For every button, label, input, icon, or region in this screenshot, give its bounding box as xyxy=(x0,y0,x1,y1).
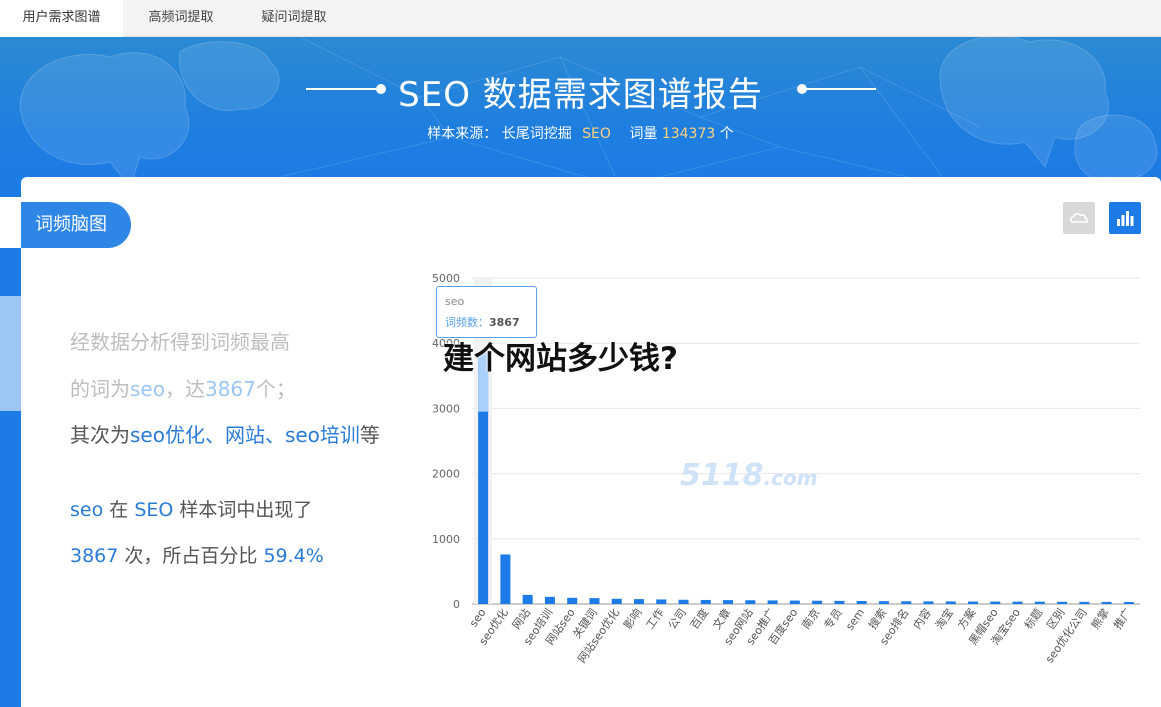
tab-bar: 用户需求图谱 高频词提取 疑问词提取 xyxy=(0,0,1161,37)
bar-推广[interactable] xyxy=(1123,601,1134,604)
x-tick-label: 影响 xyxy=(621,606,644,631)
report-title: SEO 数据需求图谱报告 xyxy=(398,75,763,115)
bar-标题[interactable] xyxy=(1034,601,1045,604)
bar-黑帽seo[interactable] xyxy=(990,601,1001,604)
top-word: seo xyxy=(130,377,165,401)
left-accent-stripe-highlight xyxy=(0,296,21,411)
y-tick-label: 1000 xyxy=(432,533,460,546)
bar-方案[interactable] xyxy=(967,601,979,604)
x-tick-label: 熊掌 xyxy=(1088,606,1112,632)
summary-line-5: 3867 次，所占百分比 59.4% xyxy=(70,541,324,568)
summary-text: 样本词中出现了 xyxy=(179,499,313,521)
sample-keyword: SEO xyxy=(134,499,174,521)
x-tick-label: 专员 xyxy=(821,606,845,632)
summary-text: 个； xyxy=(255,377,296,401)
bar-seo推广[interactable] xyxy=(767,600,778,604)
bar-chart-icon xyxy=(1117,211,1134,226)
chart-tooltip: seo 词频数：3867 xyxy=(436,286,537,338)
bar-内容[interactable] xyxy=(923,601,934,604)
x-tick-label: 百度 xyxy=(687,606,711,632)
sample-keyword: SEO xyxy=(582,126,611,142)
summary-text: 的词为 xyxy=(70,377,130,401)
word-count-label: 词量 xyxy=(629,126,658,142)
overlay-article-title: 建个网站多少钱? xyxy=(443,341,678,377)
summary-line-3: 其次为seo优化、网站、seo培训等 xyxy=(70,419,380,448)
bar-sem[interactable] xyxy=(856,601,867,604)
tab-user-demand-graph[interactable]: 用户需求图谱 xyxy=(0,0,123,37)
bar-淘宝[interactable] xyxy=(945,601,956,604)
y-tick-label: 0 xyxy=(453,598,460,611)
bar-seo优化公司[interactable] xyxy=(1079,601,1090,604)
report-banner: SEO 数据需求图谱报告 样本来源： 长尾词挖掘 SEO 词量 134373 个 xyxy=(0,37,1161,197)
summary-text: 其次为 xyxy=(70,423,130,447)
bar-关键词[interactable] xyxy=(589,598,600,604)
x-tick-label: 推广 xyxy=(1110,606,1134,632)
bar-seo培训[interactable] xyxy=(544,596,555,604)
bar-网站[interactable] xyxy=(522,594,533,604)
summary-text: ，达 xyxy=(164,377,205,401)
watermark-suffix: .com xyxy=(763,466,818,490)
sample-source-label: 样本来源： 长尾词挖掘 xyxy=(427,126,572,142)
watermark-text: 5118 xyxy=(680,458,764,493)
bar-影响[interactable] xyxy=(633,599,645,604)
summary-text: 等 xyxy=(359,423,380,447)
summary-text: 在 xyxy=(109,499,129,521)
bar-百度[interactable] xyxy=(700,599,711,604)
top-word-count: 3867 xyxy=(70,545,119,567)
x-tick-label: sem xyxy=(843,606,867,632)
bar-seo排名[interactable] xyxy=(901,601,912,604)
summary-line-2: 的词为seo，达3867个； xyxy=(70,373,296,402)
summary-text: 次，所占百分比 xyxy=(124,545,258,567)
runner-up-words: seo优化、网站、seo培训 xyxy=(130,423,360,447)
bar-搜索[interactable] xyxy=(878,601,889,604)
bar-网站seo[interactable] xyxy=(567,597,578,604)
tab-high-frequency-words[interactable]: 高频词提取 xyxy=(123,0,239,37)
bar-seo网站[interactable] xyxy=(745,600,756,604)
tooltip-label: 词频数： xyxy=(445,316,489,329)
word-cloud-view-button[interactable] xyxy=(1063,202,1095,234)
bar-网站seo优化[interactable] xyxy=(611,598,622,604)
site-watermark: 5118.com xyxy=(680,458,818,493)
x-tick-label: 标题 xyxy=(1021,606,1045,632)
top-word: seo xyxy=(70,499,104,521)
bar-公司[interactable] xyxy=(678,599,689,604)
bar-seo优化[interactable] xyxy=(500,554,511,604)
bar-区别[interactable] xyxy=(1057,601,1068,604)
word-count-unit: 个 xyxy=(719,126,734,142)
bar-chart-view-button[interactable] xyxy=(1109,202,1141,234)
bar-工作[interactable] xyxy=(656,599,667,604)
tab-question-words[interactable]: 疑问词提取 xyxy=(239,0,349,37)
report-subtitle: 样本来源： 长尾词挖掘 SEO 词量 134373 个 xyxy=(0,123,1161,143)
bar-南京[interactable] xyxy=(812,600,823,604)
x-tick-label: 工作 xyxy=(643,606,666,631)
bar-百度seo[interactable] xyxy=(789,600,800,604)
summary-line-1: 经数据分析得到词频最高 xyxy=(70,326,290,355)
tooltip-value: 3867 xyxy=(489,316,520,329)
summary-line-4: seo 在 SEO 样本词中出现了 xyxy=(70,495,312,522)
bar-专员[interactable] xyxy=(834,600,845,604)
top-word-count: 3867 xyxy=(204,377,256,401)
y-tick-label: 5000 xyxy=(432,272,460,285)
cloud-icon xyxy=(1070,213,1089,223)
x-tick-label: 淘宝 xyxy=(932,606,956,632)
top-word-percentage: 59.4% xyxy=(263,545,324,567)
y-tick-label: 3000 xyxy=(432,402,460,415)
x-tick-label: 内容 xyxy=(910,606,934,632)
tooltip-word: seo xyxy=(445,295,465,308)
summary-text: 经数据分析得到词频最高 xyxy=(70,330,290,354)
brain-network-decoration xyxy=(19,37,1158,189)
section-title-word-frequency: 词频脑图 xyxy=(21,202,131,248)
tooltip-value-row: 词频数：3867 xyxy=(445,314,528,330)
y-tick-label: 2000 xyxy=(432,468,460,481)
bar-熊掌[interactable] xyxy=(1101,601,1112,604)
bar-淘宝seo[interactable] xyxy=(1012,601,1023,604)
x-tick-label: 南京 xyxy=(799,606,823,632)
bar-文章[interactable] xyxy=(723,600,734,604)
word-count-value: 134373 xyxy=(661,126,716,142)
x-tick-label: 公司 xyxy=(666,606,689,631)
